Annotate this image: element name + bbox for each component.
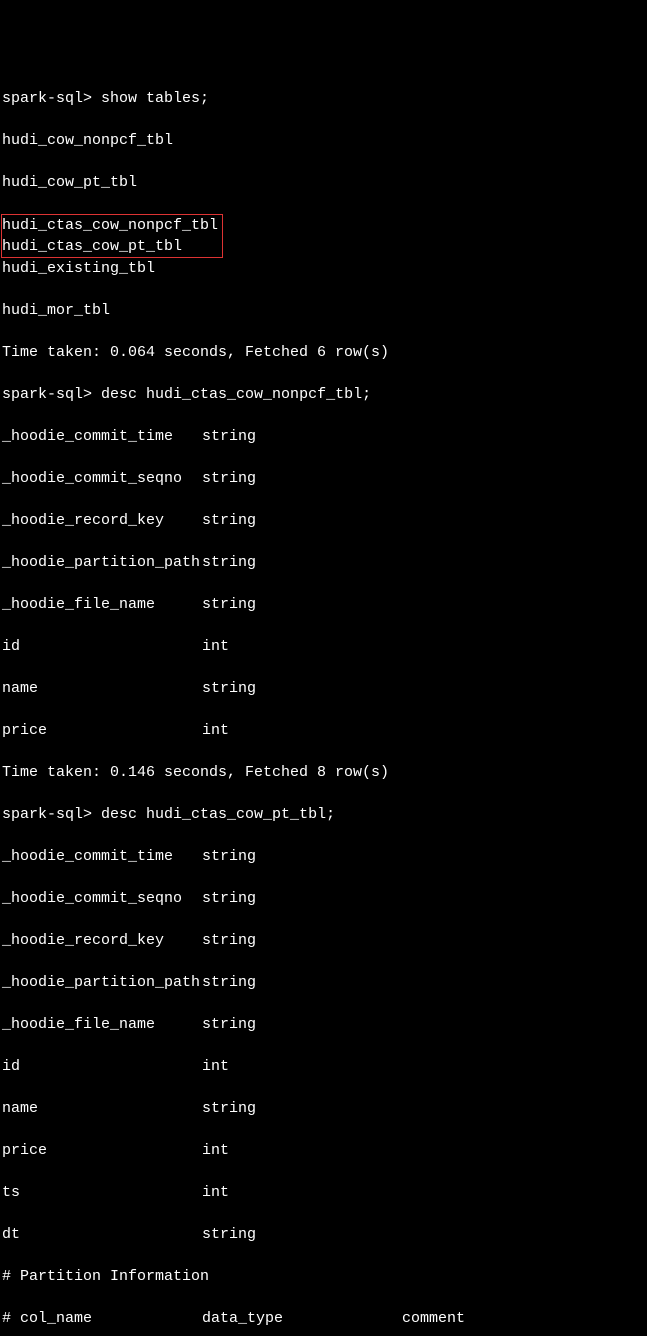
desc-type: string bbox=[202, 596, 256, 613]
prompt-line-1: spark-sql> show tables; bbox=[2, 88, 645, 109]
desc-row: dtstring bbox=[2, 1224, 645, 1245]
desc-col: _hoodie_commit_time bbox=[2, 846, 202, 867]
desc-type: string bbox=[202, 1226, 256, 1243]
desc-row: idint bbox=[2, 1056, 645, 1077]
header-comment: comment bbox=[402, 1310, 465, 1327]
table-row: hudi_mor_tbl bbox=[2, 300, 645, 321]
desc-row: priceint bbox=[2, 1140, 645, 1161]
prompt-line-2: spark-sql> desc hudi_ctas_cow_nonpcf_tbl… bbox=[2, 384, 645, 405]
desc-col: ts bbox=[2, 1182, 202, 1203]
table-row: hudi_ctas_cow_pt_tbl bbox=[2, 238, 182, 255]
desc-row: _hoodie_commit_seqnostring bbox=[2, 468, 645, 489]
desc-row: namestring bbox=[2, 1098, 645, 1119]
desc-col: dt bbox=[2, 1224, 202, 1245]
partition-header: # Partition Information bbox=[2, 1266, 645, 1287]
table-row: hudi_ctas_cow_nonpcf_tbl bbox=[2, 215, 218, 236]
desc-col: id bbox=[2, 1056, 202, 1077]
desc-type: int bbox=[202, 1058, 229, 1075]
prompt-text: spark-sql> bbox=[2, 386, 92, 403]
prompt-line-3: spark-sql> desc hudi_ctas_cow_pt_tbl; bbox=[2, 804, 645, 825]
desc-col: _hoodie_partition_path bbox=[2, 552, 202, 573]
desc-row: _hoodie_commit_timestring bbox=[2, 426, 645, 447]
desc-type: string bbox=[202, 848, 256, 865]
desc-type: string bbox=[202, 932, 256, 949]
desc-row: _hoodie_commit_timestring bbox=[2, 846, 645, 867]
desc-type: string bbox=[202, 974, 256, 991]
desc-col: _hoodie_partition_path bbox=[2, 972, 202, 993]
desc-col: name bbox=[2, 1098, 202, 1119]
desc-col: _hoodie_record_key bbox=[2, 510, 202, 531]
desc-row: idint bbox=[2, 636, 645, 657]
desc-col: _hoodie_record_key bbox=[2, 930, 202, 951]
time-taken-2: Time taken: 0.146 seconds, Fetched 8 row… bbox=[2, 762, 645, 783]
desc-col: _hoodie_file_name bbox=[2, 594, 202, 615]
header-type: data_type bbox=[202, 1308, 402, 1329]
desc-row: _hoodie_partition_pathstring bbox=[2, 552, 645, 573]
desc-type: int bbox=[202, 638, 229, 655]
desc-row: _hoodie_partition_pathstring bbox=[2, 972, 645, 993]
command-3: desc hudi_ctas_cow_pt_tbl; bbox=[101, 806, 335, 823]
desc-type: int bbox=[202, 722, 229, 739]
desc-type: string bbox=[202, 512, 256, 529]
desc-row: _hoodie_file_namestring bbox=[2, 594, 645, 615]
desc-type: string bbox=[202, 470, 256, 487]
desc-row: _hoodie_record_keystring bbox=[2, 930, 645, 951]
command-1: show tables; bbox=[101, 90, 209, 107]
desc-type: int bbox=[202, 1184, 229, 1201]
time-taken-1: Time taken: 0.064 seconds, Fetched 6 row… bbox=[2, 342, 645, 363]
desc-type: string bbox=[202, 554, 256, 571]
desc-col: price bbox=[2, 720, 202, 741]
desc-col: _hoodie_commit_time bbox=[2, 426, 202, 447]
prompt-text: spark-sql> bbox=[2, 90, 92, 107]
command-2: desc hudi_ctas_cow_nonpcf_tbl; bbox=[101, 386, 371, 403]
table-row: hudi_cow_nonpcf_tbl bbox=[2, 130, 645, 151]
desc-row: _hoodie_record_keystring bbox=[2, 510, 645, 531]
desc-type: string bbox=[202, 1016, 256, 1033]
desc-col: _hoodie_commit_seqno bbox=[2, 468, 202, 489]
desc-type: string bbox=[202, 890, 256, 907]
highlight-box: hudi_ctas_cow_nonpcf_tbl hudi_ctas_cow_pt… bbox=[1, 214, 223, 258]
desc-col: name bbox=[2, 678, 202, 699]
desc-row: _hoodie_commit_seqnostring bbox=[2, 888, 645, 909]
desc-row: namestring bbox=[2, 678, 645, 699]
desc-type: string bbox=[202, 680, 256, 697]
desc-row: tsint bbox=[2, 1182, 645, 1203]
desc-row: _hoodie_file_namestring bbox=[2, 1014, 645, 1035]
desc-type: string bbox=[202, 1100, 256, 1117]
desc-col: _hoodie_file_name bbox=[2, 1014, 202, 1035]
header-col: # col_name bbox=[2, 1308, 202, 1329]
prompt-text: spark-sql> bbox=[2, 806, 92, 823]
desc-col: _hoodie_commit_seqno bbox=[2, 888, 202, 909]
desc-col: price bbox=[2, 1140, 202, 1161]
table-row: hudi_existing_tbl bbox=[2, 258, 645, 279]
desc-col: id bbox=[2, 636, 202, 657]
desc-type: string bbox=[202, 428, 256, 445]
table-row: hudi_cow_pt_tbl bbox=[2, 172, 645, 193]
desc-type: int bbox=[202, 1142, 229, 1159]
partition-cols-header: # col_namedata_typecomment bbox=[2, 1308, 645, 1329]
desc-row: priceint bbox=[2, 720, 645, 741]
